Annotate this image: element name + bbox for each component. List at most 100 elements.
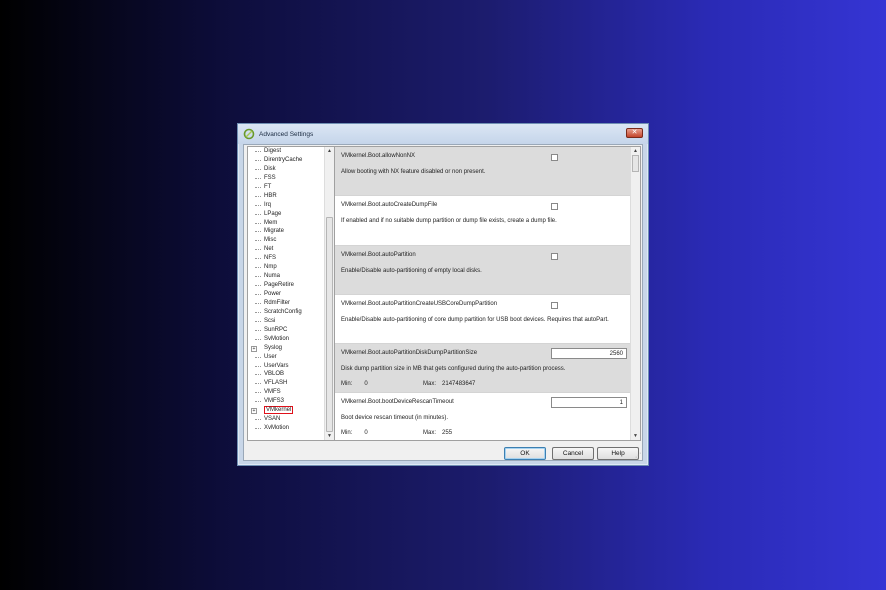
settings-panel: VMkernel.Boot.allowNonNX Allow booting wi… — [334, 146, 641, 441]
tree-item-label: Net — [264, 246, 274, 253]
ok-button[interactable]: OK — [504, 447, 546, 460]
setting-range: Min: 0 Max: 2147483647 — [341, 381, 475, 388]
tree-item[interactable]: Nmp — [248, 263, 324, 272]
tree-item[interactable]: VSAN — [248, 415, 324, 424]
tree-item-label: Power — [264, 291, 282, 297]
tree-item-label: VMkernel — [264, 406, 294, 415]
tree-item-label: XvMotion — [264, 425, 290, 432]
tree-item[interactable]: VMFS3 — [248, 397, 324, 406]
tree-item-label: FT — [264, 183, 272, 190]
min-label: Min: — [341, 381, 353, 388]
tree-item-label: ScratchConfig — [264, 308, 302, 315]
tree-item-label: FSS — [264, 174, 276, 181]
tree-item[interactable]: ScratchConfig — [248, 308, 324, 317]
tree-item[interactable]: Disk — [248, 165, 324, 174]
tree-scrollbar[interactable]: ▲ ▼ — [324, 147, 334, 440]
setting-value-input[interactable]: 1 — [551, 397, 627, 409]
setting-checkbox[interactable] — [551, 252, 558, 260]
tree-item[interactable]: Scsi — [248, 317, 324, 326]
setting-description: Boot device rescan timeout (in minutes). — [341, 415, 449, 422]
tree-item[interactable]: Power — [248, 290, 324, 299]
tree-item[interactable]: SvMotion — [248, 335, 324, 344]
tree-item-label: SvMotion — [264, 335, 290, 342]
max-value: 255 — [442, 430, 453, 437]
tree-item[interactable]: VBLOB — [248, 370, 324, 379]
scroll-up-arrow-icon[interactable]: ▲ — [633, 148, 638, 154]
tree-item[interactable]: Migrate — [248, 227, 324, 236]
setting-description: Enable/Disable auto-partitioning of core… — [341, 316, 609, 323]
scroll-down-arrow-icon[interactable]: ▼ — [327, 433, 332, 439]
settings-scroll-thumb[interactable] — [632, 155, 639, 172]
expand-icon[interactable]: + — [251, 408, 257, 415]
setting-checkbox[interactable] — [551, 154, 558, 161]
tree-item-label: Mem — [264, 219, 278, 226]
tree-item-label: PageRetire — [264, 282, 295, 289]
tree-item[interactable]: + VMkernel — [248, 406, 324, 415]
setting-name: VMkernel.Boot.bootDeviceRescanTimeout — [341, 399, 454, 406]
setting-description: If enabled and if no suitable dump parti… — [341, 218, 557, 225]
setting-row: VMkernel.Boot.autoPartition Enable/Disabl… — [335, 245, 631, 295]
tree-item[interactable]: Digest — [248, 147, 324, 156]
tree-item[interactable]: UserVars — [248, 362, 324, 371]
tree-item[interactable]: Irq — [248, 201, 324, 210]
cancel-button[interactable]: Cancel — [552, 447, 594, 460]
help-button[interactable]: Help — [597, 447, 639, 460]
resize-grip-icon[interactable]: ⋰ — [635, 452, 641, 459]
setting-value-input[interactable]: 2560 — [551, 348, 627, 360]
tree-item[interactable]: NFS — [248, 254, 324, 263]
title-bar[interactable]: Advanced Settings ✕ — [238, 124, 648, 144]
tree-item[interactable]: Net — [248, 245, 324, 254]
max-range: Max: 2147483647 — [423, 381, 475, 387]
tree-item[interactable]: User — [248, 353, 324, 362]
setting-name: VMkernel.Boot.autoPartitionCreateUSBCore… — [341, 300, 498, 307]
tree-item-label: LPage — [264, 210, 282, 217]
tree-item-label: SunRPC — [264, 326, 288, 333]
tree-connector — [255, 338, 261, 340]
tree-connector — [255, 213, 261, 215]
tree-item[interactable]: XvMotion — [248, 424, 324, 433]
settings-scrollbar[interactable]: ▲ ▼ — [630, 147, 640, 440]
tree-item-label: Syslog — [264, 344, 283, 351]
close-button[interactable]: ✕ — [626, 128, 643, 138]
setting-checkbox[interactable] — [551, 301, 558, 309]
tree-item[interactable]: + Syslog — [248, 344, 324, 353]
tree-item[interactable]: Mem — [248, 219, 324, 228]
dialog-body: Digest DirentryCache Disk FSS FT HBR Irq LPage M… — [243, 144, 643, 461]
tree-item[interactable]: LPage — [248, 210, 324, 219]
tree-item[interactable]: PageRetire — [248, 281, 324, 290]
tree-item-label: VBLOB — [264, 371, 285, 378]
tree-item[interactable]: HBR — [248, 192, 324, 201]
tree-item-label: VMFS3 — [264, 398, 285, 405]
tree-item[interactable]: VFLASH — [248, 379, 324, 388]
tree-item-label: VFLASH — [264, 380, 288, 387]
tree-connector — [255, 401, 261, 403]
max-label: Max: — [423, 381, 437, 388]
tree-item[interactable]: SunRPC — [248, 326, 324, 335]
tree-item-label: VMFS — [264, 389, 281, 396]
expand-icon[interactable]: + — [251, 345, 257, 352]
tree-item[interactable]: DirentryCache — [248, 156, 324, 165]
tree-item[interactable]: Numa — [248, 272, 324, 281]
setting-checkbox[interactable] — [551, 203, 558, 211]
tree-item[interactable]: FT — [248, 183, 324, 192]
tree-item[interactable]: Misc — [248, 236, 324, 245]
tree-connector — [255, 195, 261, 197]
dialog-title: Advanced Settings — [259, 130, 314, 138]
max-range: Max: 255 — [423, 430, 452, 436]
tree-item-label: UserVars — [264, 362, 289, 369]
tree-item[interactable]: VMFS — [248, 388, 324, 397]
tree-connector — [255, 231, 261, 233]
tree-connector — [255, 285, 261, 287]
scroll-down-arrow-icon[interactable]: ▼ — [633, 433, 638, 439]
tree-connector — [255, 240, 261, 242]
tree-connector — [255, 222, 261, 224]
settings-list: VMkernel.Boot.allowNonNX Allow booting wi… — [335, 147, 631, 440]
tree-scroll-thumb[interactable] — [326, 217, 333, 432]
tree-item[interactable]: FSS — [248, 174, 324, 183]
tree-item-label: DirentryCache — [264, 156, 303, 163]
tree-connector — [255, 320, 261, 322]
scroll-up-arrow-icon[interactable]: ▲ — [327, 148, 332, 154]
tree-item-label: RdmFilter — [264, 299, 291, 306]
tree-item[interactable]: RdmFilter — [248, 299, 324, 308]
tree-connector — [255, 151, 261, 152]
